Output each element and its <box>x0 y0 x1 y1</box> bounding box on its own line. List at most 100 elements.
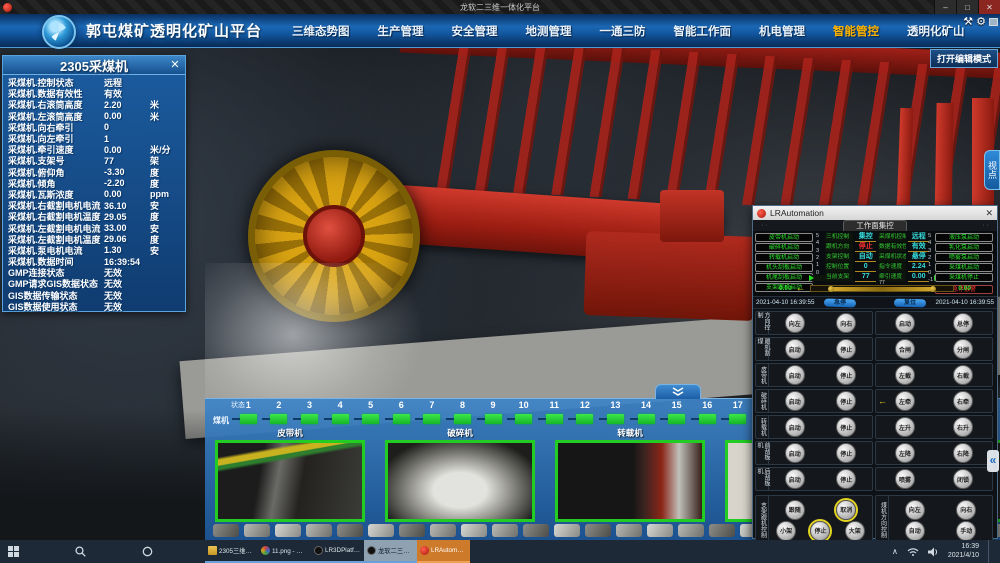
round-control-button[interactable]: 分闸 <box>953 339 973 359</box>
start-button[interactable] <box>0 540 27 563</box>
round-control-button[interactable]: 跟随 <box>785 500 805 520</box>
round-control-button[interactable]: 小架 <box>776 521 796 541</box>
round-control-button[interactable]: 停止 <box>836 391 856 411</box>
support-status-cell[interactable]: 4 <box>325 400 356 424</box>
support-status-cell[interactable]: 3 <box>294 400 325 424</box>
round-control-button[interactable]: 右截 <box>953 365 973 385</box>
round-control-button[interactable]: 启动 <box>785 391 805 411</box>
round-control-button[interactable]: 向左 <box>785 313 805 333</box>
network-icon[interactable] <box>907 547 919 556</box>
camera-feed-image[interactable] <box>215 440 365 522</box>
round-control-button[interactable]: 大架 <box>845 521 865 541</box>
strip-collapse-tab[interactable] <box>655 384 701 399</box>
nav-item[interactable]: 智能工作面 <box>660 23 746 39</box>
round-control-button[interactable]: 手动 <box>956 521 976 541</box>
round-control-button[interactable]: 喷雾 <box>895 469 915 489</box>
film-thumb[interactable] <box>213 524 239 537</box>
show-desktop-button[interactable] <box>988 540 992 563</box>
round-control-button[interactable]: 启动 <box>785 339 805 359</box>
support-status-cell[interactable]: 1 <box>233 400 264 424</box>
round-control-button[interactable]: 启动 <box>785 365 805 385</box>
gear-icon[interactable]: ⚙ <box>976 16 986 28</box>
round-control-button[interactable]: 停止 <box>810 521 830 541</box>
support-status-cell[interactable]: 14 <box>631 400 662 424</box>
film-thumb[interactable] <box>554 524 580 537</box>
group-start-button[interactable]: 液压泵启动 <box>935 233 993 242</box>
round-control-button[interactable]: 启动 <box>785 417 805 437</box>
film-thumb[interactable] <box>306 524 332 537</box>
nav-item[interactable]: 一通三防 <box>586 23 660 39</box>
round-control-button[interactable]: 左升 <box>895 417 915 437</box>
round-control-button[interactable]: 右降 <box>953 443 973 463</box>
viewpoint-tab[interactable]: 视点 <box>984 150 1000 190</box>
round-control-button[interactable]: 向右 <box>956 500 976 520</box>
support-status-cell[interactable]: 13 <box>600 400 631 424</box>
support-status-cell[interactable]: 11 <box>539 400 570 424</box>
film-thumb[interactable] <box>616 524 642 537</box>
tab-workface-control[interactable]: 工作面集控 <box>843 220 907 231</box>
taskbar-task[interactable]: 11.png - 画图 <box>258 540 311 563</box>
lr-close-icon[interactable]: ✕ <box>985 208 993 219</box>
open-edit-mode-button[interactable]: 打开编辑模式 <box>930 49 998 68</box>
close-button[interactable]: ✕ <box>978 0 1000 14</box>
nav-item[interactable]: 地测管理 <box>512 23 586 39</box>
support-status-cell[interactable]: 15 <box>661 400 692 424</box>
round-control-button[interactable]: 停止 <box>836 443 856 463</box>
group-start-button[interactable]: 采煤机停止 <box>935 273 993 282</box>
round-control-button[interactable]: 停止 <box>836 417 856 437</box>
film-thumb[interactable] <box>275 524 301 537</box>
panel-collapse-chevron[interactable]: « <box>987 450 999 472</box>
film-thumb[interactable] <box>523 524 549 537</box>
restore-window-icon[interactable] <box>989 18 998 26</box>
panel-close-icon[interactable]: ✕ <box>168 58 182 72</box>
film-thumb[interactable] <box>337 524 363 537</box>
support-status-cell[interactable]: 10 <box>508 400 539 424</box>
film-thumb[interactable] <box>585 524 611 537</box>
camera-feed-image[interactable] <box>385 440 535 522</box>
round-control-button[interactable]: 闭锁 <box>953 469 973 489</box>
group-start-button[interactable]: 转载机启动 <box>755 253 813 262</box>
taskbar-task[interactable]: LR3DPlatform - U... <box>311 540 364 563</box>
film-thumb[interactable] <box>709 524 735 537</box>
volume-icon[interactable] <box>928 547 939 557</box>
round-control-button[interactable]: 取消 <box>836 500 856 520</box>
round-control-button[interactable]: 向左 <box>905 500 925 520</box>
group-start-button[interactable]: 破碎机启动 <box>755 243 813 252</box>
round-control-button[interactable]: 自动 <box>905 521 925 541</box>
group-start-button[interactable]: 皮带机启动 <box>755 233 813 242</box>
film-thumb[interactable] <box>430 524 456 537</box>
nav-item[interactable]: 三维态势图 <box>278 23 364 39</box>
support-status-cell[interactable]: 17 <box>723 400 754 424</box>
tray-chevron-up-icon[interactable]: ∧ <box>892 547 898 556</box>
round-control-button[interactable]: 右牵 <box>953 391 973 411</box>
support-status-cell[interactable]: 9 <box>478 400 509 424</box>
round-control-button[interactable]: 右升 <box>953 417 973 437</box>
support-status-cell[interactable]: 2 <box>264 400 295 424</box>
camera-thumbnail[interactable]: 皮带机 <box>215 427 365 522</box>
camera-thumbnail[interactable]: 转载机 <box>555 427 705 522</box>
film-thumb[interactable] <box>399 524 425 537</box>
round-control-button[interactable]: 左牵 <box>895 391 915 411</box>
round-control-button[interactable]: 停止 <box>836 469 856 489</box>
round-control-button[interactable]: 停止 <box>836 365 856 385</box>
round-control-button[interactable]: 左截 <box>895 365 915 385</box>
group-start-button[interactable]: 喷雾泵启动 <box>935 253 993 262</box>
film-thumb[interactable] <box>461 524 487 537</box>
round-control-button[interactable]: 启动 <box>785 469 805 489</box>
group-start-button[interactable]: 机头刮板启动 <box>755 263 813 272</box>
reset-button[interactable]: 复位 <box>893 298 925 307</box>
film-thumb[interactable] <box>678 524 704 537</box>
nav-item[interactable]: 机电管理 <box>745 23 819 39</box>
round-control-button[interactable]: 合闸 <box>895 339 915 359</box>
film-thumb[interactable] <box>244 524 270 537</box>
support-status-cell[interactable]: 12 <box>570 400 601 424</box>
maximize-button[interactable]: □ <box>956 0 978 14</box>
nav-item[interactable]: 智能管控 <box>819 23 893 39</box>
round-control-button[interactable]: 启动 <box>785 443 805 463</box>
group-start-button[interactable]: 采煤机启动 <box>935 263 993 272</box>
taskbar-task[interactable]: 2305三维截图 <box>205 540 258 563</box>
estop-button[interactable]: 急停 <box>824 298 856 307</box>
taskbar-task[interactable]: 龙软二三维一体化... <box>364 540 417 563</box>
support-status-cell[interactable]: 16 <box>692 400 723 424</box>
nav-item[interactable]: 安全管理 <box>438 23 512 39</box>
